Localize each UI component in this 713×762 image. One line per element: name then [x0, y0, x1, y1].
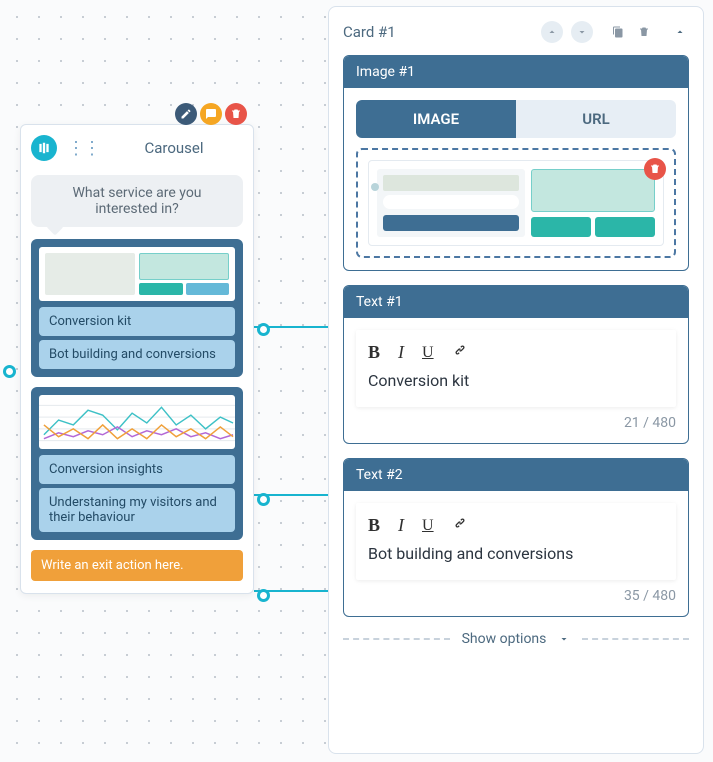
card-2-thumbnail — [39, 395, 235, 449]
bold-button[interactable]: B — [368, 515, 380, 536]
text-2-section: Text #2 B I U Bot building and conversio… — [343, 458, 689, 617]
text-2-title: Text #2 — [344, 459, 688, 491]
card-1-button-1[interactable]: Conversion kit — [39, 307, 235, 336]
node-title: Carousel — [109, 139, 239, 157]
delete-card-button[interactable] — [635, 23, 653, 41]
italic-button[interactable]: I — [398, 342, 404, 363]
show-options-label: Show options — [462, 631, 547, 647]
comment-button[interactable] — [200, 103, 222, 125]
tab-url[interactable]: URL — [516, 100, 676, 138]
text-1-section: Text #1 B I U Conversion kit 21 / 480 — [343, 285, 689, 444]
tab-image[interactable]: IMAGE — [356, 100, 516, 138]
image-section-title: Image #1 — [344, 56, 688, 88]
image-preview — [368, 160, 664, 246]
card-2-button-2[interactable]: Understaning my visitors and their behav… — [39, 488, 235, 532]
underline-button[interactable]: U — [422, 517, 434, 535]
card-editor-panel: Card #1 Image #1 — [328, 6, 704, 754]
port-out-card-1[interactable] — [257, 323, 270, 336]
move-down-button[interactable] — [571, 21, 593, 43]
card-1-thumbnail — [39, 247, 235, 301]
exit-action-input[interactable]: Write an exit action here. — [31, 550, 243, 581]
show-options-toggle[interactable]: Show options — [343, 631, 689, 647]
text-2-count: 35 / 480 — [356, 588, 676, 604]
image-section: Image #1 IMAGE URL — [343, 55, 689, 271]
node-actions — [175, 103, 247, 125]
move-up-button[interactable] — [541, 21, 563, 43]
port-out-card-2[interactable] — [257, 493, 270, 506]
text-1-toolbar: B I U — [368, 342, 664, 363]
remove-image-button[interactable] — [644, 158, 666, 180]
delete-button[interactable] — [225, 103, 247, 125]
panel-title: Card #1 — [343, 23, 535, 41]
port-in[interactable] — [3, 365, 16, 378]
link-button[interactable] — [452, 342, 468, 363]
edit-button[interactable] — [175, 103, 197, 125]
text-2-toolbar: B I U — [368, 515, 664, 536]
image-tabs: IMAGE URL — [356, 100, 676, 138]
card-1[interactable]: Conversion kit Bot building and conversi… — [31, 239, 243, 377]
duplicate-button[interactable] — [609, 23, 627, 41]
card-2[interactable]: Conversion insights Understaning my visi… — [31, 387, 243, 540]
carousel-icon — [31, 135, 57, 161]
node-header: ⋮⋮ Carousel — [21, 125, 253, 171]
carousel-node[interactable]: ⋮⋮ Carousel What service are you interes… — [20, 124, 254, 594]
prompt-message[interactable]: What service are you interested in? — [31, 175, 243, 227]
card-1-button-2[interactable]: Bot building and conversions — [39, 340, 235, 369]
text-2-input[interactable]: Bot building and conversions — [368, 544, 664, 576]
link-button[interactable] — [452, 515, 468, 536]
bold-button[interactable]: B — [368, 342, 380, 363]
card-2-button-1[interactable]: Conversion insights — [39, 455, 235, 484]
underline-button[interactable]: U — [422, 344, 434, 362]
text-1-input[interactable]: Conversion kit — [368, 371, 664, 403]
image-dropzone[interactable] — [356, 148, 676, 258]
port-out-exit[interactable] — [257, 589, 270, 602]
chevron-down-icon — [558, 633, 570, 645]
text-1-count: 21 / 480 — [356, 415, 676, 431]
text-1-title: Text #1 — [344, 286, 688, 318]
collapse-button[interactable] — [671, 23, 689, 41]
italic-button[interactable]: I — [398, 515, 404, 536]
options-icon[interactable]: ⋮⋮ — [67, 138, 99, 159]
